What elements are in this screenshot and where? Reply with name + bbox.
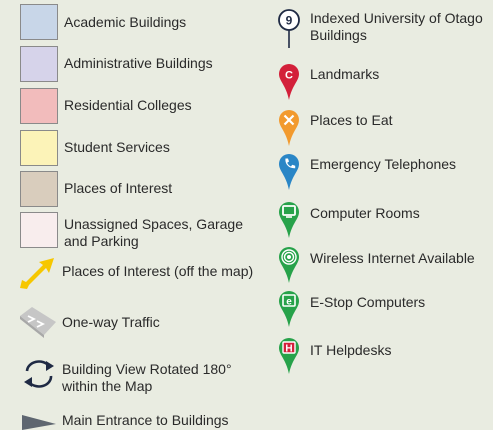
rotated-label-line2: within the Map [62, 378, 153, 394]
landmark-pin-badge: C [285, 70, 293, 82]
estop-pin-badge: e [286, 297, 292, 308]
places-of-interest-label: Places of Interest [64, 180, 173, 196]
helpdesk-pin-icon: H [279, 338, 299, 374]
numbered-pin-badge: 9 [286, 14, 293, 28]
helpdesk-pin-badge: H [285, 344, 292, 355]
wireless-label: Wireless Internet Available [310, 250, 475, 266]
it-helpdesks-label: IT Helpdesks [310, 342, 392, 358]
computer-pin-icon [279, 202, 299, 238]
entrance-triangle-icon [22, 415, 56, 430]
unassigned-label: Unassigned Spaces, Garage [64, 216, 243, 232]
residential-swatch [20, 88, 58, 124]
administrative-label: Administrative Buildings [64, 55, 213, 71]
one-way-label: One-way Traffic [62, 314, 160, 330]
academic-label: Academic Buildings [64, 14, 187, 30]
landmark-pin-icon: C [279, 64, 299, 100]
student-services-swatch [20, 130, 58, 166]
indexed-buildings-label: Indexed University of Otago [310, 10, 483, 26]
student-services-label: Student Services [64, 139, 170, 155]
unassigned-label-line2: and Parking [64, 233, 139, 249]
off-map-label: Places of Interest (off the map) [62, 263, 254, 279]
unassigned-swatch [20, 212, 58, 248]
places-of-interest-swatch [20, 171, 58, 207]
numbered-pin-icon: 9 [278, 9, 300, 48]
wireless-pin-icon [279, 247, 299, 283]
residential-label: Residential Colleges [64, 97, 192, 113]
yellow-arrow-icon [20, 258, 54, 289]
emergency-telephones-label: Emergency Telephones [310, 156, 457, 172]
indexed-buildings-label-line2: Buildings [310, 27, 367, 43]
eat-pin-icon [279, 110, 299, 146]
academic-swatch [20, 4, 58, 40]
administrative-swatch [20, 46, 58, 82]
rotate-arrows-icon [24, 360, 54, 388]
one-way-arrow-icon [20, 307, 56, 338]
telephone-pin-icon [279, 154, 299, 190]
places-to-eat-label: Places to Eat [310, 112, 393, 128]
landmarks-label: Landmarks [310, 66, 380, 82]
map-legend: Academic Buildings Administrative Buildi… [0, 0, 493, 430]
estop-pin-icon: e [279, 291, 299, 327]
rotated-label: Building View Rotated 180° [62, 361, 232, 377]
entrance-label: Main Entrance to Buildings [62, 412, 229, 428]
estop-label: E-Stop Computers [310, 294, 426, 310]
computer-rooms-label: Computer Rooms [310, 205, 420, 221]
